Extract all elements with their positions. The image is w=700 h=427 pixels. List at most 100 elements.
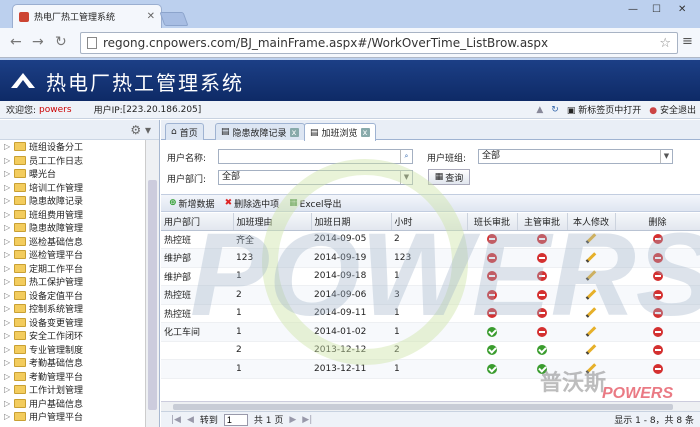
col-hours[interactable]: 小时 <box>391 213 468 231</box>
delete-row-icon[interactable] <box>652 252 663 263</box>
col-reason[interactable]: 加班理由 <box>233 213 312 231</box>
bookmark-star-icon[interactable]: ☆ <box>659 36 671 51</box>
query-button[interactable]: ▦ 查询 <box>428 169 470 185</box>
expand-icon[interactable]: ▷ <box>4 183 12 192</box>
url-input[interactable]: regong.cnpowers.com/BJ_mainFrame.aspx#/W… <box>80 32 678 54</box>
expand-icon[interactable]: ▷ <box>4 169 12 178</box>
sidebar-item[interactable]: ▷ 定期工作平台 <box>0 262 146 276</box>
excel-export-button[interactable]: ▦ Excel导出 <box>289 197 341 210</box>
approved-icon[interactable] <box>487 363 497 374</box>
expand-icon[interactable]: ▷ <box>4 142 12 151</box>
pending-icon[interactable] <box>537 308 547 318</box>
sidebar-item[interactable]: ▷ 培训工作管理 <box>0 181 146 195</box>
sidebar-item[interactable]: ▷ 隐患故障记录 <box>0 194 146 208</box>
tab-overtime-browse[interactable]: ▤ 加班浏览 x <box>304 123 376 141</box>
table-row[interactable]: 热控班 齐全 2014-09-05 2 <box>161 230 700 249</box>
delete-selected-button[interactable]: ✖ 删除选中项 <box>225 197 280 210</box>
approved-icon[interactable] <box>487 345 497 355</box>
sidebar-item[interactable]: ▷ 工作计划管理 <box>0 383 146 397</box>
first-page-icon[interactable]: |◀ <box>171 415 181 425</box>
expand-icon[interactable]: ▷ <box>4 264 12 273</box>
refresh-icon[interactable]: ↻ <box>551 105 559 115</box>
close-tab-icon[interactable]: x <box>289 127 299 137</box>
browser-menu-icon[interactable]: ≡ <box>682 34 693 49</box>
pending-icon[interactable] <box>487 289 497 300</box>
sidebar-item[interactable]: ▷ 控制系统管理 <box>0 302 146 316</box>
pending-icon[interactable] <box>487 252 497 263</box>
gear-icon[interactable]: ⚙ ▾ <box>130 123 151 137</box>
approved-icon[interactable] <box>487 326 497 337</box>
sidebar-item[interactable]: ▷ 热工保护管理 <box>0 275 146 289</box>
scrollbar-thumb[interactable] <box>173 404 673 410</box>
sidebar-item[interactable]: ▷ 设备变更管理 <box>0 316 146 330</box>
sidebar-scrollbar[interactable] <box>145 140 159 427</box>
sidebar-item[interactable]: ▷ 员工工作日志 <box>0 154 146 168</box>
edit-pencil-icon[interactable] <box>585 344 597 356</box>
table-row[interactable]: 化工车间 1 2014-01-02 1 <box>161 322 700 342</box>
close-tab-icon[interactable]: ✕ <box>147 11 155 22</box>
expand-icon[interactable]: ▷ <box>4 250 12 259</box>
sidebar-item[interactable]: ▷ 曝光台 <box>0 167 146 181</box>
expand-icon[interactable]: ▷ <box>4 291 12 300</box>
expand-icon[interactable]: ▷ <box>4 156 12 165</box>
edit-pencil-icon[interactable] <box>585 270 597 282</box>
browser-tab[interactable]: 热电厂热工管理系统 ✕ <box>12 4 162 28</box>
table-row[interactable]: 2 2013-12-12 2 <box>161 341 700 360</box>
expand-icon[interactable]: ▷ <box>4 210 12 219</box>
add-data-button[interactable]: ⊕ 新增数据 <box>169 197 215 210</box>
next-page-icon[interactable]: ▶ <box>289 415 296 425</box>
sidebar-item[interactable]: ▷ 班组设备分工 <box>0 140 146 154</box>
sidebar-item[interactable]: ▷ 用户基础信息 <box>0 397 146 411</box>
edit-pencil-icon[interactable] <box>585 362 597 374</box>
sidebar-item[interactable]: ▷ 巡检基础信息 <box>0 235 146 249</box>
prev-page-icon[interactable]: ◀ <box>187 415 194 425</box>
pending-icon[interactable] <box>537 271 547 281</box>
expand-icon[interactable]: ▷ <box>4 223 12 232</box>
col-dept[interactable]: 用户部门 <box>161 213 234 231</box>
expand-icon[interactable]: ▷ <box>4 318 12 327</box>
col-manager-approval[interactable]: 主管审批 <box>517 213 568 231</box>
sidebar-item[interactable]: ▷ 设备定值平台 <box>0 289 146 303</box>
edit-pencil-icon[interactable] <box>585 233 597 245</box>
grid-hscrollbar[interactable] <box>161 401 700 411</box>
search-icon[interactable]: ⌕ <box>400 150 412 163</box>
back-icon[interactable]: ← <box>10 34 22 50</box>
maximize-icon[interactable]: ☐ <box>652 4 661 15</box>
expand-icon[interactable]: ▷ <box>4 412 12 421</box>
tab-home[interactable]: ⌂ 首页 <box>165 123 204 140</box>
user-dept-select[interactable]: 全部 ▼ <box>218 170 413 185</box>
expand-icon[interactable]: ▷ <box>4 385 12 394</box>
close-tab-icon[interactable]: x <box>360 128 370 137</box>
expand-icon[interactable]: ▷ <box>4 277 12 286</box>
chevron-down-icon[interactable]: ▼ <box>660 150 672 163</box>
table-row[interactable]: 1 2013-12-11 1 <box>161 359 700 379</box>
expand-icon[interactable]: ▷ <box>4 345 12 354</box>
scrollbar-thumb[interactable] <box>148 180 157 410</box>
col-delete[interactable]: 删除 <box>615 213 700 231</box>
table-row[interactable]: 热控班 2 2014-09-06 3 <box>161 285 700 305</box>
delete-row-icon[interactable] <box>652 289 663 300</box>
expand-icon[interactable]: ▷ <box>4 358 12 367</box>
expand-icon[interactable]: ▷ <box>4 304 12 313</box>
sidebar-item[interactable]: ▷ 安全工作闭环 <box>0 329 146 343</box>
edit-pencil-icon[interactable] <box>585 307 597 319</box>
expand-icon[interactable]: ▷ <box>4 399 12 408</box>
delete-row-icon[interactable] <box>652 271 663 281</box>
delete-row-icon[interactable] <box>652 326 663 337</box>
pending-icon[interactable] <box>487 308 497 318</box>
col-self-edit[interactable]: 本人修改 <box>567 213 616 231</box>
pending-icon[interactable] <box>537 289 547 300</box>
delete-row-icon[interactable] <box>652 308 663 318</box>
sidebar-item[interactable]: ▷ 班组费用管理 <box>0 208 146 222</box>
sidebar-item[interactable]: ▷ 考勤管理平台 <box>0 370 146 384</box>
sidebar-item[interactable]: ▷ 巡检管理平台 <box>0 248 146 262</box>
new-tab-button[interactable] <box>159 12 189 26</box>
pending-icon[interactable] <box>537 326 547 337</box>
edit-pencil-icon[interactable] <box>585 288 597 300</box>
expand-icon[interactable]: ▷ <box>4 372 12 381</box>
col-date[interactable]: 加班日期 <box>311 213 392 231</box>
user-team-select[interactable]: 全部 ▼ <box>478 149 673 164</box>
reload-icon[interactable]: ↻ <box>55 34 67 50</box>
sidebar-item[interactable]: ▷ 考勤基础信息 <box>0 356 146 370</box>
pending-icon[interactable] <box>537 252 547 263</box>
